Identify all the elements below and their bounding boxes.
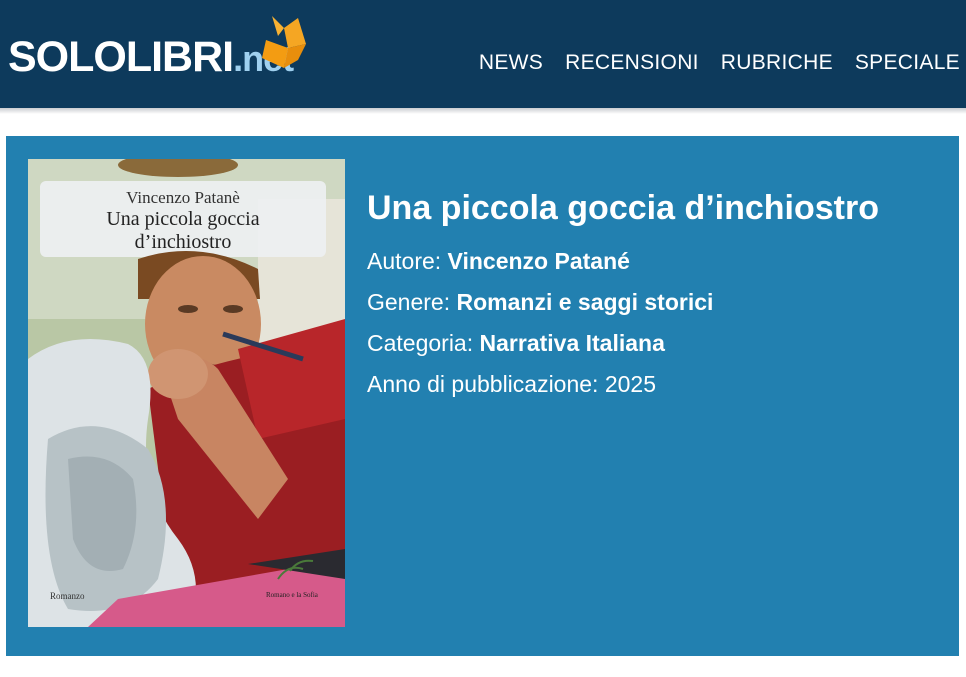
book-title: Una piccola goccia d’inchiostro (367, 189, 879, 227)
book-bird-icon (262, 16, 306, 68)
nav-news[interactable]: NEWS (479, 51, 543, 75)
nav-rubriche[interactable]: RUBRICHE (721, 51, 833, 75)
logo-wordmark: SOLOLIBRI.net (8, 33, 294, 81)
author-row: Autore: Vincenzo Patané (367, 248, 937, 274)
nav-recensioni[interactable]: RECENSIONI (565, 51, 699, 75)
book-info: Una piccola goccia d’inchiostro Autore: … (367, 188, 937, 412)
category-row: Categoria: Narrativa Italiana (367, 330, 937, 356)
genre-row: Genere: Romanzi e saggi storici (367, 289, 937, 315)
category-label: Categoria: (367, 330, 474, 356)
book-cover[interactable]: Vincenzo Patanè Una piccola goccia d’inc… (28, 159, 345, 627)
genre-link[interactable]: Romanzi e saggi storici (457, 289, 714, 315)
header-shadow (0, 108, 966, 114)
logo-main-text: SOLOLIBRI (8, 33, 234, 81)
main-nav: NEWS RECENSIONI RUBRICHE SPECIALE (479, 51, 960, 75)
book-cover-illustration: Vincenzo Patanè Una piccola goccia d’inc… (28, 159, 345, 627)
cover-publisher-label: Romano e la Sofia (266, 591, 319, 599)
book-card: Vincenzo Patanè Una piccola goccia d’inc… (6, 136, 959, 656)
year-value: 2025 (604, 371, 657, 397)
author-label: Autore: (367, 248, 442, 274)
cover-author-text: Vincenzo Patanè (126, 188, 240, 207)
category-link[interactable]: Narrativa Italiana (480, 330, 665, 356)
cover-title-line2: d’inchiostro (135, 231, 232, 253)
nav-speciale[interactable]: SPECIALE (855, 51, 960, 75)
author-link[interactable]: Vincenzo Patané (448, 248, 630, 274)
year-label: Anno di pubblicazione: (367, 371, 599, 397)
cover-title-line1: Una piccola goccia (106, 208, 259, 230)
site-logo[interactable]: SOLOLIBRI.net (8, 14, 308, 84)
genre-label: Genere: (367, 289, 451, 315)
cover-series-label: Romanzo (50, 591, 85, 601)
site-header: SOLOLIBRI.net NEWS RECENSIONI RUBRICHE S… (0, 0, 966, 108)
year-row: Anno di pubblicazione: 2025 (367, 371, 937, 397)
